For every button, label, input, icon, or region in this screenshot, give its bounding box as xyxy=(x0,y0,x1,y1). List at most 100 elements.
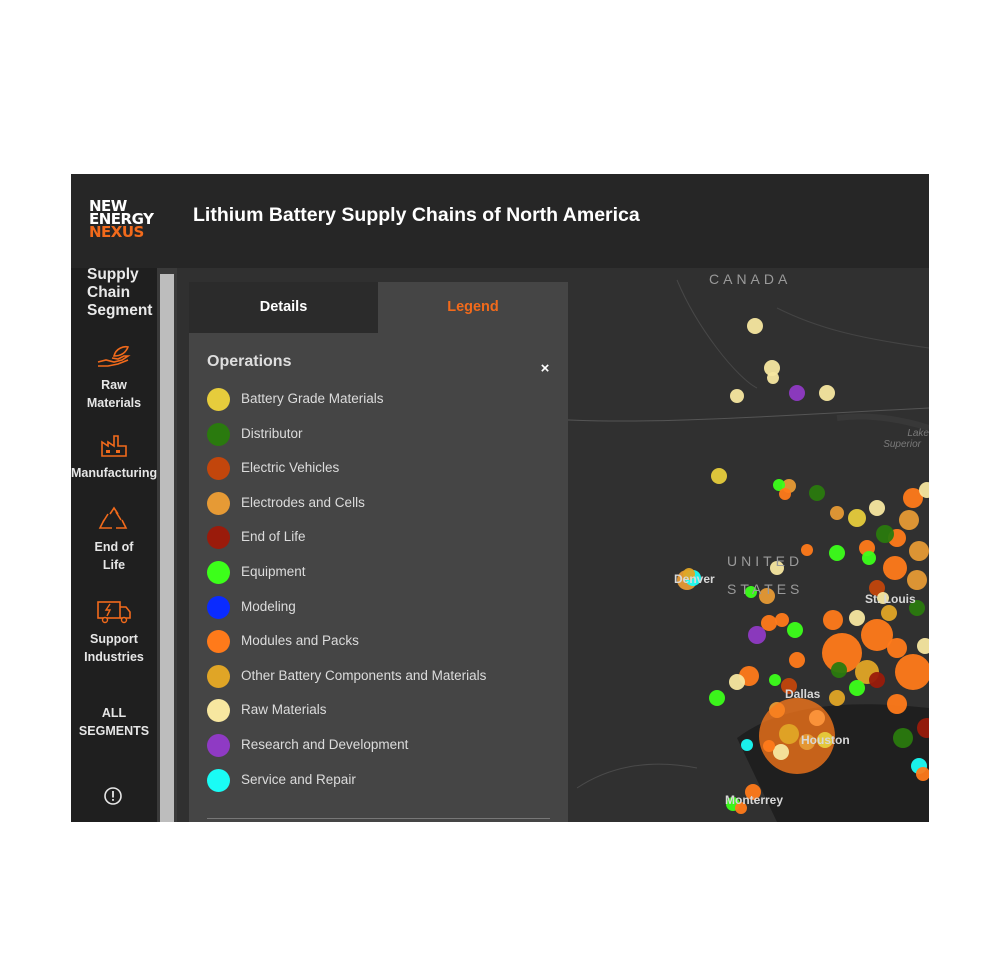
divider xyxy=(207,818,550,819)
map-marker[interactable] xyxy=(887,694,907,714)
legend-item: Service and Repair xyxy=(207,767,547,793)
truck-battery-icon xyxy=(97,601,131,624)
map-marker[interactable] xyxy=(830,506,844,520)
map-marker[interactable] xyxy=(829,545,845,561)
map-label-states: STATES xyxy=(727,581,803,597)
legend-label: Electric Vehicles xyxy=(241,460,340,476)
map-marker[interactable] xyxy=(709,690,725,706)
factory-icon xyxy=(101,435,127,457)
legend-item: Electrodes and Cells xyxy=(207,490,547,516)
legend-label: Battery Grade Materials xyxy=(241,391,384,406)
map-marker[interactable] xyxy=(747,318,763,334)
map-marker[interactable] xyxy=(909,541,929,561)
map-marker[interactable] xyxy=(789,385,805,401)
legend-swatch xyxy=(207,388,230,411)
close-button[interactable]: × xyxy=(536,360,554,378)
info-icon xyxy=(104,787,122,805)
legend-label: Raw Materials xyxy=(241,702,327,718)
tab-legend[interactable]: Legend xyxy=(378,282,568,333)
legend-heading: Operations xyxy=(207,353,292,370)
app-window: NEW ENERGY NEXUS Lithium Battery Supply … xyxy=(71,174,929,822)
sidebar-item-support-industries[interactable]: Support Industries xyxy=(71,598,157,666)
legend-label: Equipment xyxy=(241,564,306,579)
map-marker[interactable] xyxy=(849,610,865,626)
map-label-houston: Houston xyxy=(801,733,850,747)
map-label-superior: Superior xyxy=(883,439,921,450)
map-marker[interactable] xyxy=(779,488,791,500)
sidebar-item-all-segments[interactable]: ALL SEGMENTS xyxy=(71,704,157,740)
map-label-united: UNITED xyxy=(727,553,803,569)
sidebar-item-manufacturing[interactable]: Manufacturing xyxy=(71,432,157,482)
map-marker[interactable] xyxy=(823,610,843,630)
map-marker[interactable] xyxy=(809,485,825,501)
map-marker[interactable] xyxy=(729,674,745,690)
sidebar-item-label: Raw Materials xyxy=(86,378,142,410)
map-marker[interactable] xyxy=(869,672,885,688)
map-marker[interactable] xyxy=(741,739,753,751)
legend-swatch xyxy=(207,457,230,481)
legend-item: Other Battery Components and Materials xyxy=(207,663,547,689)
legend-item: Electric Vehicles xyxy=(207,455,547,481)
map-marker[interactable] xyxy=(848,509,866,527)
sidebar-item-label: Manufacturing xyxy=(71,466,158,480)
map-label-lake: Lake xyxy=(907,428,929,439)
legend-item: Research and Development xyxy=(207,732,547,758)
sidebar-item-label: End of Life xyxy=(94,540,134,572)
legend-item: Battery Grade Materials xyxy=(207,386,547,412)
map-marker[interactable] xyxy=(899,510,919,530)
map-marker[interactable] xyxy=(869,500,885,516)
legend-label: Research and Development xyxy=(241,737,409,752)
info-button[interactable] xyxy=(103,786,123,806)
legend-label: Modules and Packs xyxy=(241,633,359,649)
map-marker[interactable] xyxy=(849,680,865,696)
legend-label: End of Life xyxy=(241,529,306,545)
map-marker[interactable] xyxy=(761,615,777,631)
map-label-dallas: Dallas xyxy=(785,687,821,701)
sidebar-item-raw-materials[interactable]: Raw Materials xyxy=(71,344,157,412)
map-marker[interactable] xyxy=(876,525,894,543)
map-marker[interactable] xyxy=(763,740,775,752)
legend-swatch xyxy=(207,526,230,550)
legend-swatch xyxy=(207,734,230,757)
map-label-st-louis: St. Louis xyxy=(865,592,916,606)
legend-swatch xyxy=(207,422,230,446)
legend-swatch xyxy=(207,768,230,792)
header: NEW ENERGY NEXUS Lithium Battery Supply … xyxy=(71,174,929,268)
legend-label: Modeling xyxy=(241,598,296,614)
map-marker[interactable] xyxy=(779,724,799,744)
map-marker[interactable] xyxy=(862,551,876,565)
map-marker[interactable] xyxy=(893,728,913,748)
map-marker[interactable] xyxy=(881,605,897,621)
legend-label: Service and Repair xyxy=(241,771,356,787)
map-marker[interactable] xyxy=(775,613,789,627)
new-energy-nexus-logo[interactable]: NEW ENERGY NEXUS xyxy=(89,199,159,240)
tab-details[interactable]: Details xyxy=(189,282,378,333)
segment-sidebar: Supply Chain Segment Raw Materials Manuf… xyxy=(71,266,157,822)
legend-item: End of Life xyxy=(207,524,547,550)
legend-item: Raw Materials xyxy=(207,697,547,723)
map-marker[interactable] xyxy=(887,638,907,658)
map-marker[interactable] xyxy=(819,385,835,401)
legend-label: Electrodes and Cells xyxy=(241,494,365,510)
map-marker[interactable] xyxy=(829,690,845,706)
map-marker[interactable] xyxy=(831,662,847,678)
map-marker[interactable] xyxy=(787,622,803,638)
map-marker[interactable] xyxy=(773,744,789,760)
map-marker[interactable] xyxy=(748,626,766,644)
hand-leaf-icon xyxy=(97,345,131,367)
legend-item: Equipment xyxy=(207,559,547,585)
map-marker[interactable] xyxy=(730,389,744,403)
legend-panel: Details Legend Operations × Battery Grad… xyxy=(189,282,568,822)
sidebar-item-label: Support Industries xyxy=(84,632,144,664)
map-label-canada: CANADA xyxy=(709,271,791,287)
map-marker[interactable] xyxy=(711,468,727,484)
map-marker[interactable] xyxy=(769,674,781,686)
map-marker[interactable] xyxy=(789,652,805,668)
map-label-denver: Denver xyxy=(674,572,715,586)
map-marker[interactable] xyxy=(883,556,907,580)
map-marker[interactable] xyxy=(907,570,927,590)
sidebar-item-end-of-life[interactable]: End of Life xyxy=(71,506,157,574)
map-marker[interactable] xyxy=(767,372,779,384)
sidebar-scrollbar-thumb[interactable] xyxy=(160,274,174,822)
map-label-monterrey: Monterrey xyxy=(725,793,783,807)
